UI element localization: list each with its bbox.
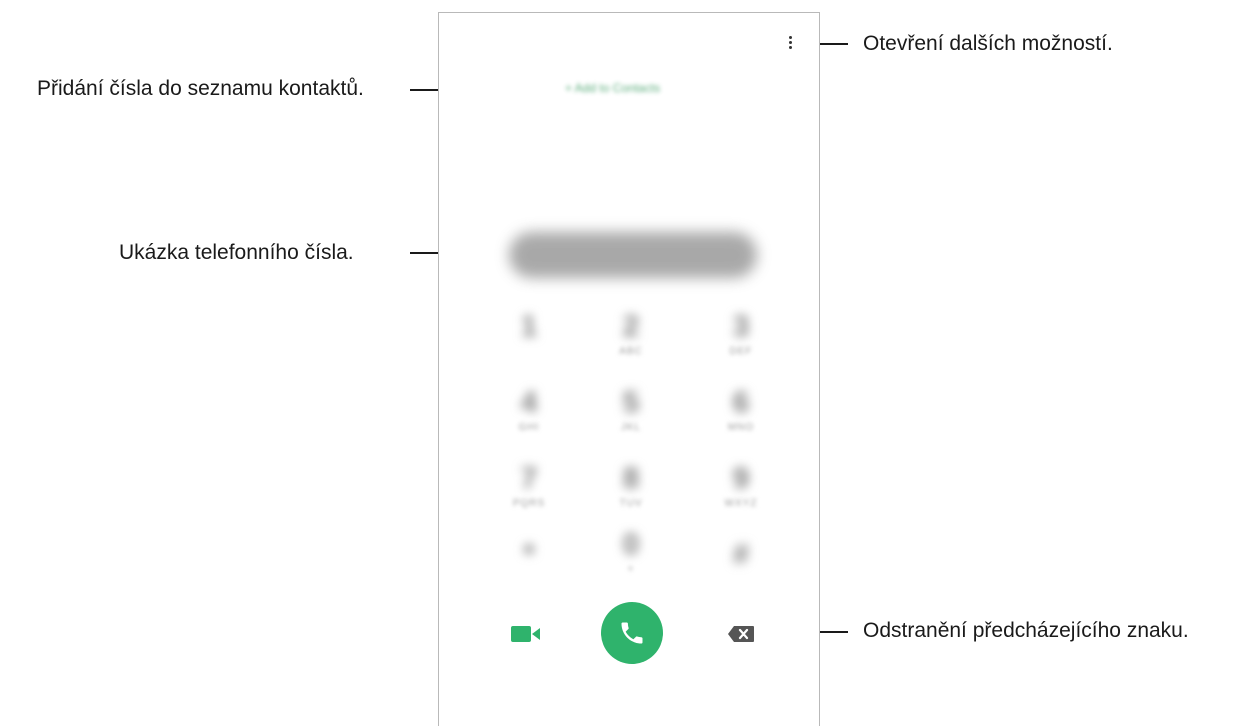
- key-letters: +: [627, 564, 635, 575]
- keypad-key-9[interactable]: 9 WXYZ: [711, 462, 771, 518]
- phone-dialer-screen: + Add to Contacts 1 2 ABC 3 DEF 4 GHI 5 …: [438, 12, 820, 726]
- add-to-contacts-link[interactable]: + Add to Contacts: [565, 81, 660, 95]
- keypad-key-1[interactable]: 1: [499, 310, 559, 366]
- video-call-icon: [511, 626, 540, 642]
- callout-delete-char: Odstranění předcházejícího znaku.: [863, 619, 1189, 642]
- key-digit: #: [732, 538, 750, 571]
- more-vertical-icon[interactable]: [787, 35, 795, 51]
- backspace-icon: [728, 626, 754, 642]
- keypad-key-6[interactable]: 6 MNO: [711, 386, 771, 442]
- key-digit: 7: [520, 462, 538, 495]
- key-digit: 0: [622, 528, 640, 561]
- key-letters: TUV: [619, 498, 643, 509]
- keypad-key-0[interactable]: 0 +: [601, 528, 661, 584]
- backspace-button[interactable]: [727, 625, 755, 643]
- key-digit: 1: [520, 310, 538, 343]
- callout-number-preview: Ukázka telefonního čísla.: [119, 241, 354, 264]
- key-digit: 4: [520, 386, 538, 419]
- callout-add-contact: Přidání čísla do seznamu kontaktů.: [37, 77, 364, 100]
- keypad-key-star[interactable]: *: [499, 538, 559, 594]
- key-letters: PQRS: [512, 498, 546, 509]
- key-digit: 6: [732, 386, 750, 419]
- key-letters: ABC: [619, 346, 643, 357]
- keypad-key-7[interactable]: 7 PQRS: [499, 462, 559, 518]
- key-digit: *: [523, 538, 535, 571]
- call-button[interactable]: [601, 602, 663, 664]
- keypad-key-3[interactable]: 3 DEF: [711, 310, 771, 366]
- keypad-key-5[interactable]: 5 JKL: [601, 386, 661, 442]
- phone-number-display: [509, 232, 757, 278]
- key-letters: JKL: [620, 422, 642, 433]
- keypad-key-hash[interactable]: #: [711, 538, 771, 594]
- key-digit: 3: [732, 310, 750, 343]
- phone-call-icon: [621, 622, 643, 644]
- key-digit: 8: [622, 462, 640, 495]
- key-letters: MNO: [727, 422, 755, 433]
- keypad-key-8[interactable]: 8 TUV: [601, 462, 661, 518]
- key-letters: GHI: [518, 422, 540, 433]
- key-digit: 9: [732, 462, 750, 495]
- callout-more-options: Otevření dalších možností.: [863, 32, 1113, 55]
- keypad-key-2[interactable]: 2 ABC: [601, 310, 661, 366]
- key-digit: 5: [622, 386, 640, 419]
- key-letters: DEF: [729, 346, 753, 357]
- key-digit: 2: [622, 310, 640, 343]
- keypad-key-4[interactable]: 4 GHI: [499, 386, 559, 442]
- video-call-button[interactable]: [511, 625, 541, 643]
- key-letters: WXYZ: [724, 498, 758, 509]
